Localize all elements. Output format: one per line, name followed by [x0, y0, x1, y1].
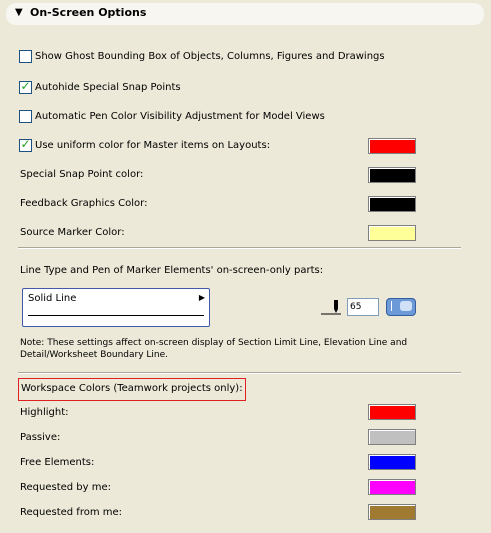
pen-toggle-button[interactable] [386, 298, 416, 316]
snap-point-color-label: Special Snap Point color: [20, 169, 144, 180]
toggle-tick [391, 301, 392, 311]
divider [18, 372, 461, 374]
feedback-color-label: Feedback Graphics Color: [20, 198, 148, 209]
chevron-right-icon: ▶ [198, 293, 205, 302]
line-preview [28, 315, 204, 316]
checkbox-box[interactable]: ✓ [19, 137, 32, 152]
feedback-color-swatch[interactable] [368, 196, 416, 212]
requested-from-me-color-swatch[interactable] [368, 504, 416, 520]
free-elements-label: Free Elements: [20, 457, 95, 468]
line-type-dropdown[interactable]: Solid Line ▶ [22, 288, 210, 327]
requested-by-me-color-swatch[interactable] [368, 479, 416, 495]
section-title: On-Screen Options [30, 6, 147, 19]
checkbox-label: Use uniform color for Master items on La… [35, 140, 271, 151]
workspace-colors-title: Workspace Colors (Teamwork projects only… [18, 378, 246, 401]
highlight-label: Highlight: [20, 407, 69, 418]
checkbox-box[interactable] [19, 50, 32, 63]
settings-note: Note: These settings affect on-screen di… [20, 338, 408, 360]
snap-point-color-swatch[interactable] [368, 167, 416, 183]
line-type-selected: Solid Line [28, 293, 77, 304]
divider [18, 247, 461, 249]
highlight-color-swatch[interactable] [368, 404, 416, 420]
pen-icon [321, 300, 341, 315]
section-header[interactable]: ▼ On-Screen Options [6, 3, 484, 25]
checkbox-box[interactable] [19, 110, 32, 123]
checkbox-label: Autohide Special Snap Points [35, 82, 181, 93]
pen-number-input[interactable]: 65 [347, 298, 379, 316]
free-elements-color-swatch[interactable] [368, 454, 416, 470]
source-marker-color-swatch[interactable] [368, 225, 416, 241]
source-marker-color-label: Source Marker Color: [20, 227, 125, 238]
requested-by-me-label: Requested by me: [20, 482, 112, 493]
check-mark-icon: ✓ [20, 137, 31, 151]
check-mark-icon: ✓ [20, 79, 31, 93]
on-screen-options-panel: ▼ On-Screen Options Show Ghost Bounding … [0, 0, 491, 533]
line-type-heading: Line Type and Pen of Marker Elements' on… [20, 265, 324, 276]
passive-color-swatch[interactable] [368, 429, 416, 445]
toggle-knob [400, 301, 412, 311]
master-items-color-swatch[interactable] [368, 138, 416, 154]
passive-label: Passive: [20, 432, 61, 443]
requested-from-me-label: Requested from me: [20, 507, 123, 518]
checkbox-label: Show Ghost Bounding Box of Objects, Colu… [35, 51, 385, 62]
checkbox-label: Automatic Pen Color Visibility Adjustmen… [35, 111, 325, 122]
checkbox-box[interactable]: ✓ [19, 79, 32, 94]
triangle-down-icon[interactable]: ▼ [15, 7, 23, 19]
